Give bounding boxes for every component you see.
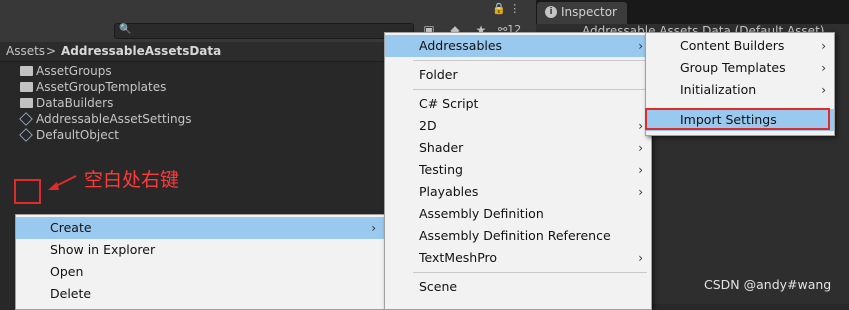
folder-icon bbox=[20, 82, 33, 92]
menu-item-content-builders[interactable]: Content Builders › bbox=[646, 35, 834, 57]
menu-item-label: Open bbox=[50, 264, 84, 279]
context-menu: Create › Show in Explorer Open Delete bbox=[15, 214, 385, 310]
chevron-right-icon: › bbox=[821, 39, 826, 53]
menu-item-label: Content Builders bbox=[680, 38, 785, 53]
menu-item-label: C# Script bbox=[419, 96, 479, 111]
menu-separator bbox=[413, 272, 647, 273]
tab-inspector[interactable]: i Inspector bbox=[537, 2, 627, 24]
annotation-highlight-box bbox=[645, 108, 830, 130]
folder-icon bbox=[20, 66, 33, 76]
list-item[interactable]: AddressableAssetSettings bbox=[19, 111, 192, 127]
search-input[interactable]: 🔍 bbox=[114, 23, 414, 39]
list-item[interactable]: AssetGroups bbox=[20, 63, 112, 79]
list-item[interactable]: DataBuilders bbox=[20, 95, 113, 111]
menu-item-open[interactable]: Open bbox=[16, 261, 384, 283]
menu-item-label: Addressables bbox=[419, 38, 503, 53]
folder-icon bbox=[20, 98, 33, 108]
menu-item-label: 2D bbox=[419, 118, 437, 133]
menu-item-label: TextMeshPro bbox=[419, 250, 498, 265]
info-icon: i bbox=[545, 6, 557, 18]
item-label: AddressableAssetSettings bbox=[36, 112, 192, 126]
menu-item-csharp-script[interactable]: C# Script bbox=[385, 93, 651, 115]
annotation-box bbox=[14, 179, 41, 204]
menu-item-assembly-definition[interactable]: Assembly Definition bbox=[385, 203, 651, 225]
list-item[interactable]: AssetGroupTemplates bbox=[20, 79, 166, 95]
chevron-right-icon: › bbox=[638, 163, 643, 177]
lock-and-menu[interactable]: 🔒 ⋮ bbox=[492, 2, 532, 16]
lock-icon[interactable]: 🔒 bbox=[492, 2, 506, 15]
chevron-right-icon: › bbox=[371, 221, 376, 235]
menu-item-label: Shader bbox=[419, 140, 464, 155]
menu-item-label: Initialization bbox=[680, 82, 757, 97]
menu-item-addressables[interactable]: Addressables › bbox=[385, 35, 651, 57]
menu-item-create[interactable]: Create › bbox=[16, 217, 384, 239]
menu-item-group-templates[interactable]: Group Templates › bbox=[646, 57, 834, 79]
item-label: AssetGroupTemplates bbox=[36, 80, 167, 94]
annotation-text: 空白处右键 bbox=[84, 169, 180, 191]
create-submenu: Addressables › Folder C# Script 2D › Shade… bbox=[384, 32, 652, 310]
menu-item-textmeshpro[interactable]: TextMeshPro › bbox=[385, 247, 651, 269]
menu-item-playables[interactable]: Playables › bbox=[385, 181, 651, 203]
item-label: DefaultObject bbox=[36, 128, 119, 142]
menu-item-scene[interactable]: Scene bbox=[385, 276, 651, 298]
chevron-right-icon: › bbox=[638, 141, 643, 155]
menu-item-show-in-explorer[interactable]: Show in Explorer bbox=[16, 239, 384, 261]
list-item[interactable]: DefaultObject bbox=[19, 127, 119, 143]
menu-item-label: Create bbox=[50, 220, 92, 235]
menu-item-label: Assembly Definition bbox=[419, 206, 544, 221]
menu-item-initialization[interactable]: Initialization › bbox=[646, 79, 834, 101]
chevron-right-icon: › bbox=[638, 39, 643, 53]
breadcrumb-current[interactable]: AddressableAssetsData bbox=[61, 44, 221, 58]
menu-item-label: Playables bbox=[419, 184, 479, 199]
tab-label: Inspector bbox=[561, 5, 617, 19]
menu-item-label: Show in Explorer bbox=[50, 242, 156, 257]
menu-item-delete[interactable]: Delete bbox=[16, 283, 384, 305]
menu-item-testing[interactable]: Testing › bbox=[385, 159, 651, 181]
chevron-right-icon: > bbox=[46, 44, 57, 58]
scriptable-object-icon bbox=[19, 128, 33, 142]
item-label: AssetGroups bbox=[36, 64, 112, 78]
chevron-right-icon: › bbox=[638, 119, 643, 133]
menu-dots-icon[interactable]: ⋮ bbox=[509, 2, 520, 15]
menu-item-folder[interactable]: Folder bbox=[385, 64, 651, 86]
menu-item-label: Scene bbox=[419, 279, 458, 294]
menu-item-label: Testing bbox=[419, 162, 463, 177]
menu-item-label: Delete bbox=[50, 286, 92, 301]
watermark: CSDN @andy#wang bbox=[704, 277, 832, 292]
scriptable-object-icon bbox=[19, 112, 33, 126]
breadcrumb-assets[interactable]: Assets bbox=[6, 44, 45, 58]
search-icon: 🔍 bbox=[119, 24, 132, 35]
menu-item-assembly-definition-reference[interactable]: Assembly Definition Reference bbox=[385, 225, 651, 247]
chevron-right-icon: › bbox=[638, 185, 643, 199]
menu-separator bbox=[413, 89, 647, 90]
menu-item-label: Folder bbox=[419, 67, 458, 82]
menu-item-label: Assembly Definition Reference bbox=[419, 228, 611, 243]
menu-item-shader[interactable]: Shader › bbox=[385, 137, 651, 159]
menu-separator bbox=[413, 60, 647, 61]
menu-item-2d[interactable]: 2D › bbox=[385, 115, 651, 137]
chevron-right-icon: › bbox=[638, 251, 643, 265]
menu-item-label: Group Templates bbox=[680, 60, 786, 75]
chevron-right-icon: › bbox=[821, 83, 826, 97]
item-label: DataBuilders bbox=[36, 96, 114, 110]
chevron-right-icon: › bbox=[821, 61, 826, 75]
annotation-arrow-icon bbox=[48, 175, 77, 190]
